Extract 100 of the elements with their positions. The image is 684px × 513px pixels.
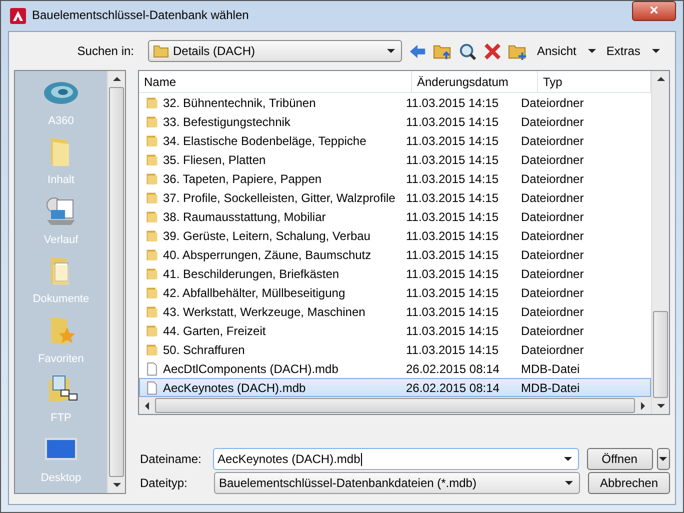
file-name: 32. Bühnentechnik, Tribünen: [163, 96, 316, 110]
file-name-label: Dateiname:: [139, 452, 202, 466]
date-cell-text: 11.03.2015 14:15: [405, 96, 500, 110]
type-cell-text: Dateiordner: [520, 190, 585, 204]
folder-icon: [145, 152, 159, 166]
menu-button[interactable]: Extras: [602, 44, 640, 58]
type-cell-text: Dateiordner: [520, 96, 585, 110]
file-name-field[interactable]: AecKeynotes (DACH).mdb: [212, 448, 579, 470]
type-cell-text: Dateiordner: [520, 304, 585, 318]
type-cell-text: Dateiordner: [520, 210, 585, 224]
date-cell-text: 11.03.2015 14:15: [405, 266, 500, 280]
file-name: 41. Beschilderungen, Briefkästen: [163, 266, 340, 280]
folder-icon: [145, 190, 159, 204]
folder-icon: [145, 286, 159, 300]
folder-icon: [145, 134, 159, 148]
file-row[interactable]: 39. Gerüste, Leitern, Schalung, Verbau 11.03.2015 14:15 Dateiordner: [139, 226, 651, 245]
file-name: AecKeynotes (DACH).mdb: [163, 380, 306, 394]
folder-icon: [145, 324, 159, 338]
file-icon: [145, 380, 159, 394]
folder-icon: [153, 43, 169, 59]
type-cell-text: Dateiordner: [520, 152, 585, 166]
date-cell-text: 11.03.2015 14:15: [405, 134, 500, 148]
type-cell-text: Dateiordner: [520, 324, 585, 338]
date-cell-text: 11.03.2015 14:15: [405, 324, 500, 338]
file-row[interactable]: 35. Fliesen, Platten 11.03.2015 14:15 Dateiordner: [139, 150, 651, 169]
file-row[interactable]: 32. Bühnentechnik, Tribünen 11.03.2015 14:15 Dateiordner: [139, 93, 651, 112]
caret-icon: [659, 457, 668, 461]
caret-icon: [564, 457, 572, 461]
date-cell-text: 11.03.2015 14:15: [405, 152, 500, 166]
folder-icon: [145, 172, 159, 186]
scrollbar[interactable]: [107, 71, 125, 493]
caret-icon: [387, 49, 395, 53]
file-name: 39. Gerüste, Leitern, Schalung, Verbau: [163, 228, 370, 242]
file-row[interactable]: 42. Abfallbehälter, Müllbeseitigung 11.03.2015 14:15 Dateiordner: [139, 283, 651, 302]
file-name: 33. Befestigungstechnik: [163, 114, 290, 128]
date-cell-text: 11.03.2015 14:15: [405, 228, 500, 242]
folder-icon: [145, 342, 159, 356]
scrollbar[interactable]: [651, 71, 669, 414]
folder-icon: [145, 114, 159, 128]
file-row[interactable]: 40. Absperrungen, Zäune, Baumschutz 11.03.2015 14:15 Dateiordner: [139, 245, 651, 264]
type-cell-text: MDB-Datei: [520, 380, 581, 394]
folder-icon: [145, 266, 159, 280]
menu-button[interactable]: Ansicht: [533, 44, 576, 58]
file-name: 50. Schraffuren: [163, 342, 245, 356]
file-row[interactable]: 50. Schraffuren 11.03.2015 14:15 Dateiordner: [139, 340, 651, 359]
folder-icon: [145, 96, 159, 110]
type-cell-text: Dateiordner: [520, 114, 585, 128]
date-cell-text: 26.02.2015 08:14: [405, 362, 500, 376]
date-cell-text: 11.03.2015 14:15: [405, 190, 500, 204]
folder-icon: [145, 304, 159, 318]
date-cell-text: 11.03.2015 14:15: [405, 210, 500, 224]
file-row[interactable]: 33. Befestigungstechnik 11.03.2015 14:15 Dateiordner: [139, 112, 651, 131]
file-name: 38. Raumausstattung, Mobiliar: [163, 210, 326, 224]
file-type-label: Dateityp:: [139, 476, 188, 490]
file-name: AecDtlComponents (DACH).mdb: [163, 362, 338, 376]
delete-icon[interactable]: [483, 42, 502, 60]
file-name: 36. Tapeten, Papiere, Pappen: [163, 172, 322, 186]
file-row[interactable]: 41. Beschilderungen, Briefkästen 11.03.2015 14:15 Dateiordner: [139, 264, 651, 283]
file-name: 43. Werkstatt, Werkzeuge, Maschinen: [163, 304, 366, 318]
open-options-button[interactable]: [656, 448, 670, 470]
file-name: 35. Fliesen, Platten: [163, 152, 266, 166]
caret-icon: [588, 49, 596, 53]
open-button[interactable]: Öffnen: [586, 448, 653, 470]
caret-icon: [652, 49, 660, 53]
scrollbar[interactable]: [139, 397, 651, 414]
file-row[interactable]: 34. Elastische Bodenbeläge, Teppiche 11.03.2015 14:15 Dateiordner: [139, 131, 651, 150]
file-row[interactable]: 36. Tapeten, Papiere, Pappen 11.03.2015 14:15 Dateiordner: [139, 169, 651, 188]
file-row[interactable]: AecDtlComponents (DACH).mdb 26.02.2015 08:14 MDB-Datei: [139, 359, 651, 378]
file-row[interactable]: 37. Profile, Sockelleisten, Gitter, Walzprofile 11.03.2015 14:15 Dateiordner: [139, 188, 651, 207]
type-cell-text: Dateiordner: [520, 248, 585, 262]
file-name: 40. Absperrungen, Zäune, Baumschutz: [163, 248, 372, 262]
look-in-dropdown[interactable]: Details (DACH): [148, 40, 402, 62]
column-header[interactable]: Änderungsdatum: [412, 71, 538, 92]
file-row[interactable]: AecKeynotes (DACH).mdb 26.02.2015 08:14 MDB-Datei: [139, 378, 651, 397]
folder-icon: [145, 248, 159, 262]
file-type-dropdown[interactable]: Bauelementschlüssel-Datenbankdateien (*.mdb): [214, 472, 580, 494]
file-name: 37. Profile, Sockelleisten, Gitter, Walzprofile: [163, 190, 396, 204]
type-cell-text: Dateiordner: [520, 266, 585, 280]
date-cell-text: 11.03.2015 14:15: [405, 304, 500, 318]
file-name: 44. Garten, Freizeit: [163, 324, 266, 338]
file-name: 42. Abfallbehälter, Müllbeseitigung: [163, 286, 346, 300]
file-row[interactable]: 44. Garten, Freizeit 11.03.2015 14:15 Dateiordner: [139, 321, 651, 340]
look-in-label: Suchen in:: [76, 44, 134, 58]
cancel-button[interactable]: Abbrechen: [588, 472, 670, 494]
date-cell-text: 26.02.2015 08:14: [405, 380, 500, 394]
type-cell-text: Dateiordner: [520, 134, 585, 148]
type-cell-text: Dateiordner: [520, 342, 585, 356]
column-header[interactable]: Name: [139, 71, 412, 92]
search-icon[interactable]: [458, 42, 477, 60]
file-row[interactable]: 38. Raumausstattung, Mobiliar 11.03.2015 14:15 Dateiordner: [139, 207, 651, 226]
logo-icon: [10, 8, 26, 24]
window-title: Bauelementschlüssel-Datenbank wählen: [32, 8, 250, 22]
type-cell-text: Dateiordner: [520, 286, 585, 300]
type-cell-text: MDB-Datei: [520, 362, 581, 376]
folder-icon: [145, 210, 159, 224]
file-row[interactable]: 43. Werkstatt, Werkzeuge, Maschinen 11.03.2015 14:15 Dateiordner: [139, 302, 651, 321]
date-cell-text: 11.03.2015 14:15: [405, 342, 500, 356]
date-cell-text: 11.03.2015 14:15: [405, 248, 500, 262]
date-cell-text: 11.03.2015 14:15: [405, 286, 500, 300]
date-cell-text: 11.03.2015 14:15: [405, 172, 500, 186]
